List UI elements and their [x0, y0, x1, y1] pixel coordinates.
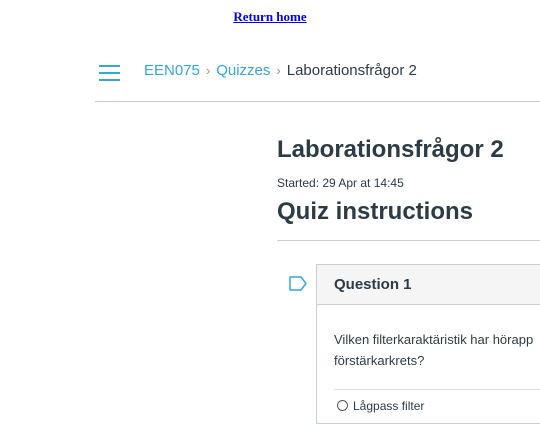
- quiz-instructions-heading: Quiz instructions: [277, 198, 474, 225]
- question-header: Question 1: [317, 265, 540, 305]
- breadcrumb-quizzes-link[interactable]: Quizzes: [216, 62, 270, 79]
- quiz-started-time: Started: 29 Apr at 14:45: [277, 176, 404, 190]
- header-divider: [95, 101, 540, 102]
- breadcrumb-separator: ›: [205, 63, 211, 78]
- breadcrumb: EEN075 › Quizzes › Laborationsfrågor 2: [144, 62, 417, 79]
- hamburger-menu-icon[interactable]: [99, 65, 120, 81]
- radio-button[interactable]: [337, 400, 348, 411]
- question-card: Question 1 Vilken filterkaraktäristik ha…: [316, 264, 540, 424]
- instructions-divider: [277, 240, 540, 241]
- breadcrumb-current: Laborationsfrågor 2: [286, 62, 417, 79]
- quiz-title: Laborationsfrågor 2: [277, 136, 504, 163]
- question-text: Vilken filterkaraktäristik har hörapp fö…: [334, 329, 540, 371]
- answer-option[interactable]: Lågpass filter: [337, 399, 424, 413]
- breadcrumb-course-link[interactable]: EEN075: [144, 62, 200, 79]
- question-text-line: Vilken filterkaraktäristik har hörapp: [334, 332, 534, 347]
- answer-divider: [334, 389, 540, 390]
- answer-option-label: Lågpass filter: [353, 399, 425, 413]
- flag-question-icon[interactable]: [289, 276, 307, 291]
- question-text-line: förstärkarkrets?: [334, 353, 425, 368]
- breadcrumb-separator: ›: [276, 63, 281, 78]
- return-home-link[interactable]: Return home: [0, 9, 540, 25]
